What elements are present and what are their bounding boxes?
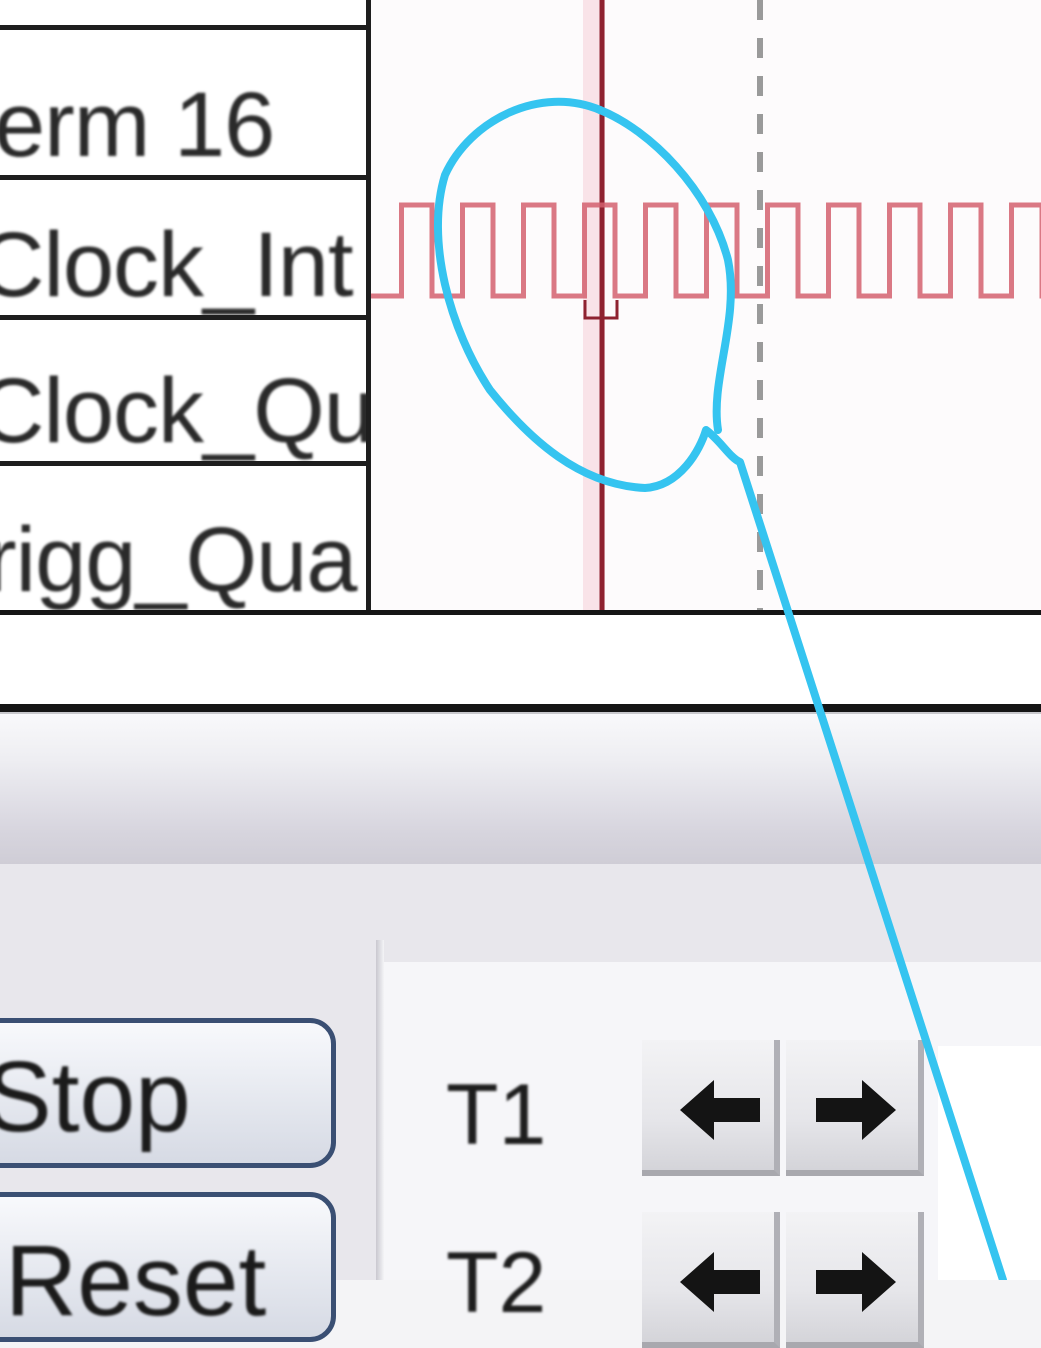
signal-name-panel: erm 16 Clock_Int Clock_Qua rigg_Qua xyxy=(0,0,371,610)
signal-row[interactable] xyxy=(0,0,366,30)
panel-splitter[interactable] xyxy=(376,940,384,1280)
signal-label: erm 16 xyxy=(0,74,275,176)
signal-label: Clock_Qua xyxy=(0,360,366,462)
arrow-right-icon xyxy=(816,1252,896,1312)
t1-label: T1 xyxy=(446,1067,547,1163)
arrow-left-icon xyxy=(680,1080,760,1140)
stop-button[interactable]: Stop xyxy=(0,1018,336,1168)
signal-label: rigg_Qua xyxy=(0,509,357,610)
waveform-area[interactable] xyxy=(371,0,1041,610)
t1-right-button[interactable] xyxy=(786,1040,924,1176)
panel-header xyxy=(0,712,1041,864)
clock-int-waveform xyxy=(371,202,1041,299)
cursor-value-field[interactable] xyxy=(938,1046,1041,1280)
signal-row-term16[interactable]: erm 16 xyxy=(0,30,366,180)
horizontal-scroll-area[interactable] xyxy=(0,615,1041,705)
waveform-canvas xyxy=(371,0,1041,610)
t2-right-button[interactable] xyxy=(786,1212,924,1348)
t2-label: T2 xyxy=(446,1235,547,1331)
signal-row-trigg-qua[interactable]: rigg_Qua xyxy=(0,466,366,610)
arrow-left-icon xyxy=(680,1252,760,1312)
signal-label: Clock_Int xyxy=(0,214,353,316)
arrow-right-icon xyxy=(816,1080,896,1140)
signal-row-clock-int[interactable]: Clock_Int xyxy=(0,180,366,320)
divider xyxy=(0,704,1041,712)
t2-left-button[interactable] xyxy=(642,1212,780,1348)
reset-button[interactable]: Reset xyxy=(0,1192,336,1342)
signal-row-clock-qua[interactable]: Clock_Qua xyxy=(0,320,366,466)
t1-left-button[interactable] xyxy=(642,1040,780,1176)
